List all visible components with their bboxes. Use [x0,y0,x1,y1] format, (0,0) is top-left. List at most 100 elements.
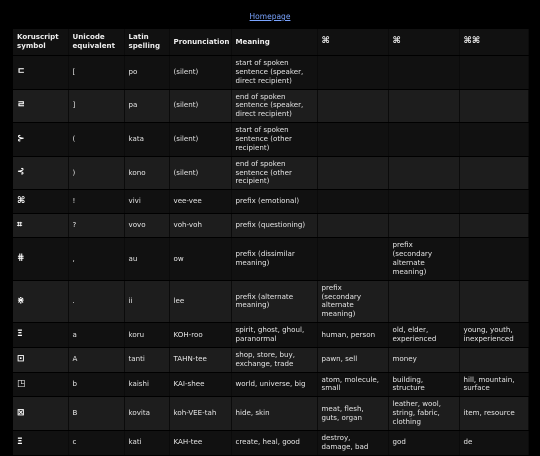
variant-2-cell: building, structure [388,372,460,398]
symbol-cell: ㄷ [13,55,69,90]
col-header-symbol: Koruscript symbol [13,29,69,56]
unicode-cell: A [68,347,125,373]
symbol-cell: ⋕ [13,237,69,281]
unicode-cell: ? [68,213,125,239]
unicode-cell: a [68,322,125,348]
variant-3-cell [459,122,529,157]
variant-3-cell: young, youth, inexperienced [459,322,529,348]
variant-1-cell: atom, molecule, small [317,372,389,398]
unicode-cell: B [68,396,125,431]
page: Homepage Koruscript symbol Unicode equiv… [0,0,540,456]
table-row: ⋇. ii lee prefix (alternate meaning) prefix … [13,280,529,324]
table-row: Ξa koru KOH-roo spirit, ghost, ghoul, paran… [13,322,529,348]
latin-cell: pa [124,89,170,124]
variant-3-cell [459,156,529,191]
variant-1-cell [317,213,389,239]
table-body: ㄷ[po (silent) start of spoken sentence (sp… [13,55,529,456]
variant-1-cell: meat, flesh, guts, organ [317,396,389,431]
symbol-cell: ⋇ [13,280,69,324]
meaning-cell: hide, skin [231,396,318,431]
table-row: ⌘! vivi vee-vee prefix (emotional) [13,189,529,215]
meaning-cell: end of spoken sentence (other recipient) [231,156,318,191]
variant-2-cell: leather, wool, string, fabric, clothing [388,396,460,431]
variant-1-cell [317,156,389,191]
variant-2-cell [388,189,460,215]
table-row: ⊱(kata (silent) start of spoken sentence (… [13,122,529,157]
homepage-link[interactable]: Homepage [0,12,540,21]
latin-cell: kaishi [124,372,170,398]
variant-3-cell [459,55,529,90]
variant-2-cell [388,280,460,324]
symbol-cell: ◳ [13,372,69,398]
variant-2-cell: god [388,430,460,456]
latin-cell: koru [124,322,170,348]
col-header-variant-2: ⌘ [388,29,460,56]
meaning-cell: world, universe, big [231,372,318,398]
variant-1-cell: destroy, damage, bad [317,430,389,456]
pronunciation-cell: lee [169,280,232,324]
pronunciation-cell: koh-VEE-tah [169,396,232,431]
symbol-cell: ⌗ [13,213,69,239]
meaning-cell: prefix (dissimilar meaning) [231,237,318,281]
variant-3-cell [459,189,529,215]
symbol-cell: ⊱ [13,122,69,157]
unicode-cell: ] [68,89,125,124]
variant-2-cell: prefix (secondary alternate meaning) [388,237,460,281]
variant-2-cell [388,122,460,157]
col-header-variant-1: ⌘ [317,29,389,56]
col-header-pronunciation: Pronunciation [169,29,232,56]
col-header-latin: Latin spelling [124,29,170,56]
pronunciation-cell: TAHN-tee [169,347,232,373]
variant-3-cell [459,280,529,324]
variant-3-cell: de [459,430,529,456]
unicode-cell: ) [68,156,125,191]
latin-cell: au [124,237,170,281]
symbol-cell: ㄹ [13,89,69,124]
col-header-variant-3: ⌘⌘ [459,29,529,56]
header-row: Koruscript symbol Unicode equivalent Lat… [13,29,529,56]
variant-2-cell [388,89,460,124]
meaning-cell: end of spoken sentence (speaker, direct … [231,89,318,124]
table-row: ㄷ[po (silent) start of spoken sentence (sp… [13,55,529,90]
meaning-cell: prefix (emotional) [231,189,318,215]
meaning-cell: create, heal, good [231,430,318,456]
variant-3-cell [459,213,529,239]
symbol-cell: Ξ [13,322,69,348]
variant-2-cell [388,156,460,191]
unicode-cell: [ [68,55,125,90]
table-row: ⋕, au ow prefix (dissimilar meaning) prefix … [13,237,529,281]
table-row: ⊡ Atanti TAHN-tee shop, store, buy, exchang… [13,347,529,373]
col-header-meaning: Meaning [231,29,318,56]
variant-1-cell [317,89,389,124]
unicode-cell: ( [68,122,125,157]
table-row: Ξc kati KAH-tee create, heal, good destroy, … [13,430,529,456]
variant-3-cell: hill, mountain, surface [459,372,529,398]
pronunciation-cell: (silent) [169,156,232,191]
pronunciation-cell: ow [169,237,232,281]
table-row: ⊰) kono (silent) end of spoken sentence (ot… [13,156,529,191]
variant-1-cell [317,237,389,281]
unicode-cell: . [68,280,125,324]
table-row: ⌗? vovo voh-voh prefix (questioning) [13,213,529,239]
variant-2-cell [388,213,460,239]
meaning-cell: start of spoken sentence (other recipien… [231,122,318,157]
pronunciation-cell: vee-vee [169,189,232,215]
latin-cell: po [124,55,170,90]
pronunciation-cell: (silent) [169,122,232,157]
pronunciation-cell: (silent) [169,55,232,90]
latin-cell: vovo [124,213,170,239]
meaning-cell: prefix (alternate meaning) [231,280,318,324]
latin-cell: kati [124,430,170,456]
latin-cell: kata [124,122,170,157]
pronunciation-cell: KOH-roo [169,322,232,348]
variant-3-cell [459,89,529,124]
meaning-cell: shop, store, buy, exchange, trade [231,347,318,373]
unicode-cell: ! [68,189,125,215]
table-row: ㄹ] pa (silent) end of spoken sentence (spea… [13,89,529,124]
symbol-cell: ⌘ [13,189,69,215]
variant-1-cell: pawn, sell [317,347,389,373]
pronunciation-cell: KAI-shee [169,372,232,398]
pronunciation-cell: (silent) [169,89,232,124]
variant-2-cell: money [388,347,460,373]
variant-1-cell: human, person [317,322,389,348]
